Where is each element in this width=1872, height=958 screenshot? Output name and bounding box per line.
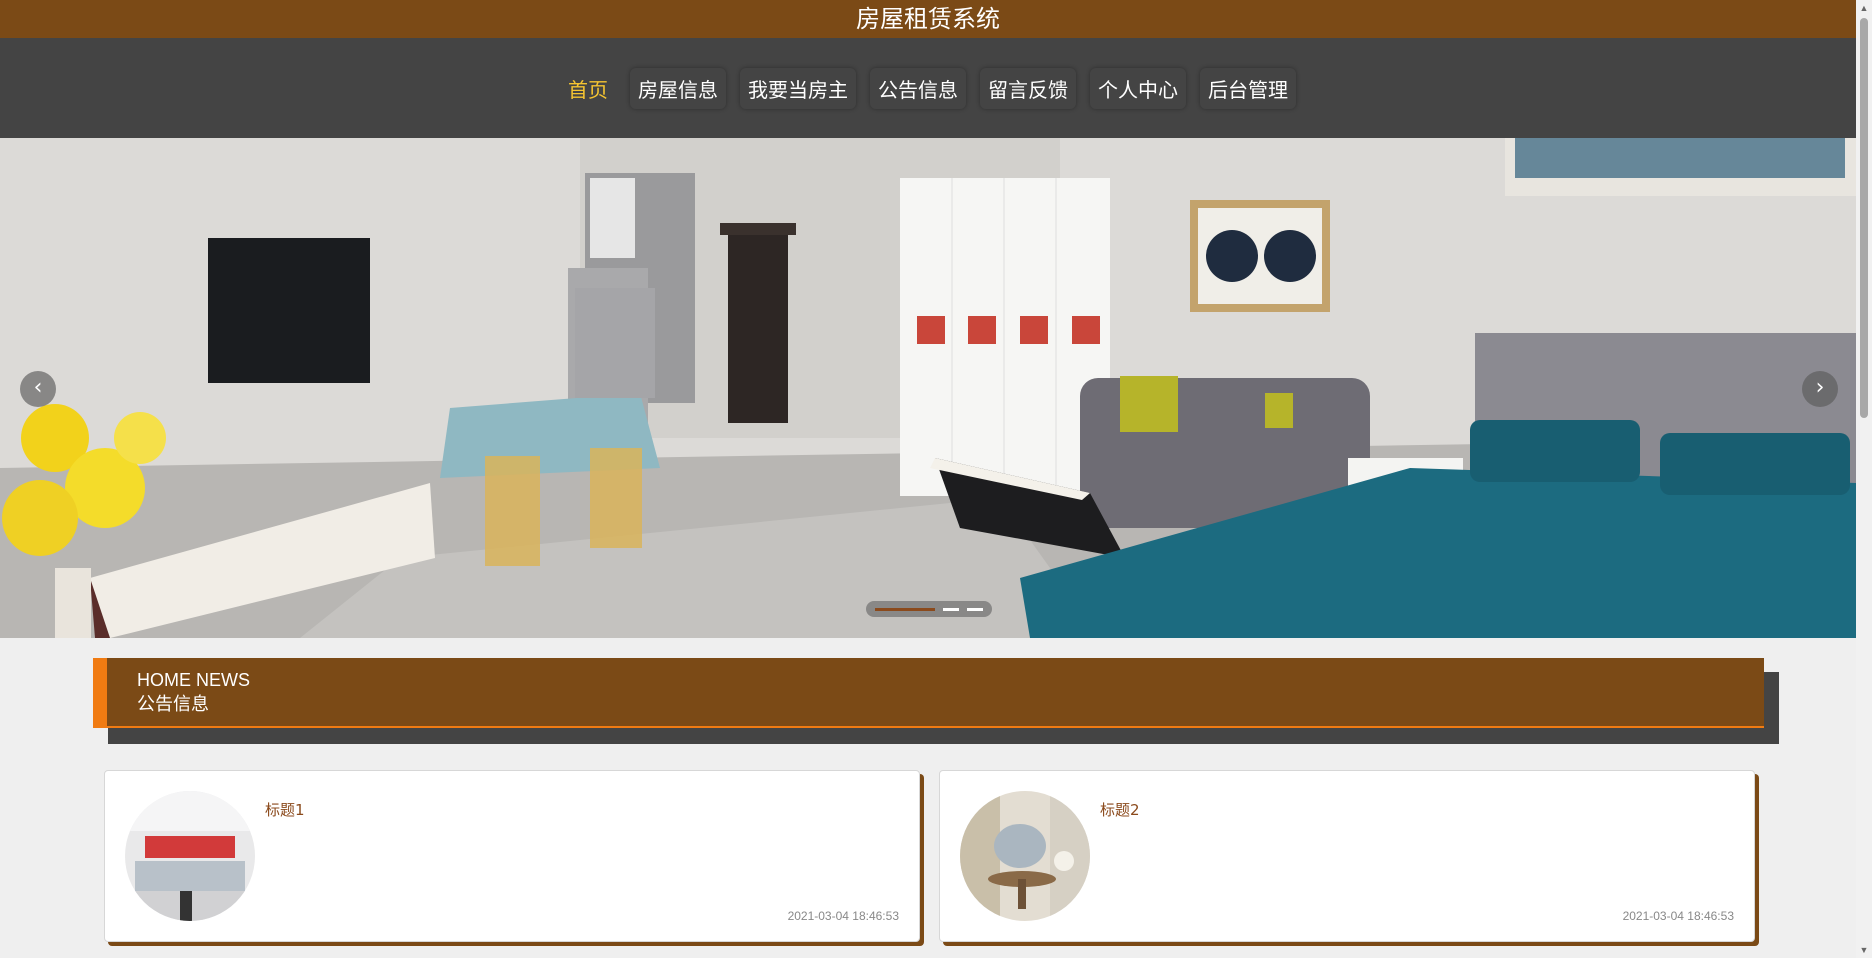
nav-item-announcements[interactable]: 公告信息 [870, 68, 966, 109]
news-title[interactable]: 标题1 [265, 799, 305, 820]
scrollbar-thumb[interactable] [1860, 18, 1868, 418]
chevron-left-icon: ‹ [33, 375, 43, 400]
section-header: HOME NEWS 公告信息 [93, 658, 1764, 728]
carousel-prev-button[interactable]: ‹ [20, 371, 56, 407]
nav-item-home[interactable]: 首页 [560, 68, 616, 109]
carousel-slide-image [0, 138, 1856, 638]
carousel-indicator-1[interactable] [875, 607, 935, 611]
page: 房屋租赁系统 首页 房屋信息 我要当房主 公告信息 留言反馈 个人中心 后台管理 [0, 0, 1856, 958]
vertical-scrollbar[interactable]: ▲ ▼ [1856, 0, 1872, 958]
news-card[interactable]: 标题1 2021-03-04 18:46:53 [104, 770, 920, 942]
carousel-next-button[interactable]: › [1802, 371, 1838, 407]
nav-item-become-landlord[interactable]: 我要当房主 [740, 68, 856, 109]
nav-item-admin[interactable]: 后台管理 [1200, 68, 1296, 109]
main-nav: 首页 房屋信息 我要当房主 公告信息 留言反馈 个人中心 后台管理 [0, 38, 1856, 138]
news-title[interactable]: 标题2 [1100, 799, 1140, 820]
carousel-indicator-3[interactable] [967, 607, 983, 611]
news-thumbnail[interactable] [125, 791, 255, 921]
nav-item-house-info[interactable]: 房屋信息 [630, 68, 726, 109]
section-title-en: HOME NEWS [137, 670, 251, 690]
nav-item-personal-center[interactable]: 个人中心 [1090, 68, 1186, 109]
chevron-right-icon: › [1815, 375, 1825, 400]
news-timestamp: 2021-03-04 18:46:53 [1622, 909, 1734, 923]
scroll-up-arrow-icon[interactable]: ▲ [1856, 0, 1872, 16]
news-timestamp: 2021-03-04 18:46:53 [787, 909, 899, 923]
site-title: 房屋租赁系统 [0, 0, 1856, 38]
section-title-cn: 公告信息 [137, 694, 209, 715]
carousel-indicator-2[interactable] [943, 607, 959, 611]
scroll-down-arrow-icon[interactable]: ▼ [1856, 942, 1872, 958]
nav-item-feedback[interactable]: 留言反馈 [980, 68, 1076, 109]
carousel-indicators [866, 601, 992, 617]
news-card[interactable]: 标题2 2021-03-04 18:46:53 [939, 770, 1755, 942]
news-thumbnail[interactable] [960, 791, 1090, 921]
banner-carousel[interactable]: ‹ › [0, 138, 1856, 638]
